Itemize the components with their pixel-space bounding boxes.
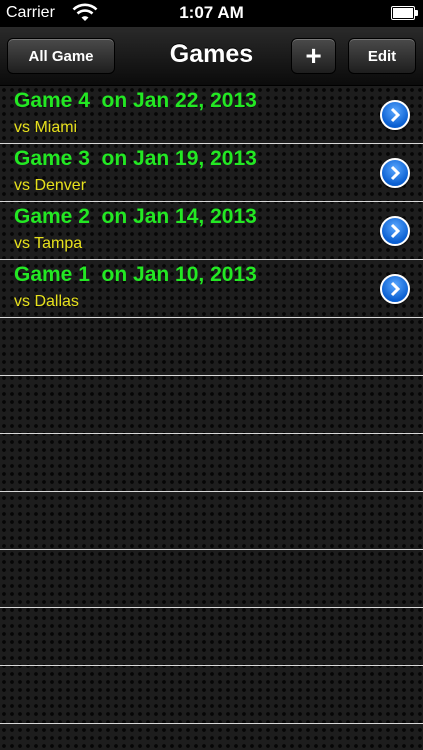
game-title: Game 1 on Jan 10, 2013 bbox=[14, 263, 257, 286]
game-title: Game 3 on Jan 19, 2013 bbox=[14, 147, 257, 170]
chevron-right-circle-icon[interactable] bbox=[380, 100, 410, 130]
game-title: Game 4 on Jan 22, 2013 bbox=[14, 89, 257, 112]
chevron-right-circle-icon[interactable] bbox=[380, 216, 410, 246]
list-item[interactable]: Game 3 on Jan 19, 2013 vs Denver bbox=[0, 144, 423, 202]
game-opponent: vs Tampa bbox=[14, 235, 83, 252]
chevron-right-circle-icon[interactable] bbox=[380, 158, 410, 188]
empty-row bbox=[0, 666, 423, 724]
game-opponent: vs Miami bbox=[14, 119, 78, 136]
empty-row bbox=[0, 318, 423, 376]
edit-button[interactable]: Edit bbox=[348, 38, 416, 74]
games-list: Game 4 on Jan 22, 2013 vs Miami Game 3 o… bbox=[0, 86, 423, 750]
empty-row bbox=[0, 434, 423, 492]
battery-icon bbox=[391, 6, 415, 20]
game-title: Game 2 on Jan 14, 2013 bbox=[14, 205, 257, 228]
empty-row bbox=[0, 376, 423, 434]
list-item[interactable]: Game 4 on Jan 22, 2013 vs Miami bbox=[0, 86, 423, 144]
clock: 1:07 AM bbox=[179, 3, 244, 22]
list-item[interactable]: Game 2 on Jan 14, 2013 vs Tampa bbox=[0, 202, 423, 260]
empty-row bbox=[0, 550, 423, 608]
empty-row bbox=[0, 492, 423, 550]
navigation-bar: All Game Games + Edit bbox=[0, 27, 423, 86]
chevron-right-circle-icon[interactable] bbox=[380, 274, 410, 304]
empty-row bbox=[0, 608, 423, 666]
status-bar: Carrier 1:07 AM bbox=[0, 0, 423, 27]
game-opponent: vs Denver bbox=[14, 177, 87, 194]
battery-tip bbox=[415, 10, 418, 16]
list-item[interactable]: Game 1 on Jan 10, 2013 vs Dallas bbox=[0, 260, 423, 318]
game-opponent: vs Dallas bbox=[14, 293, 79, 310]
add-button[interactable]: + bbox=[291, 38, 336, 74]
